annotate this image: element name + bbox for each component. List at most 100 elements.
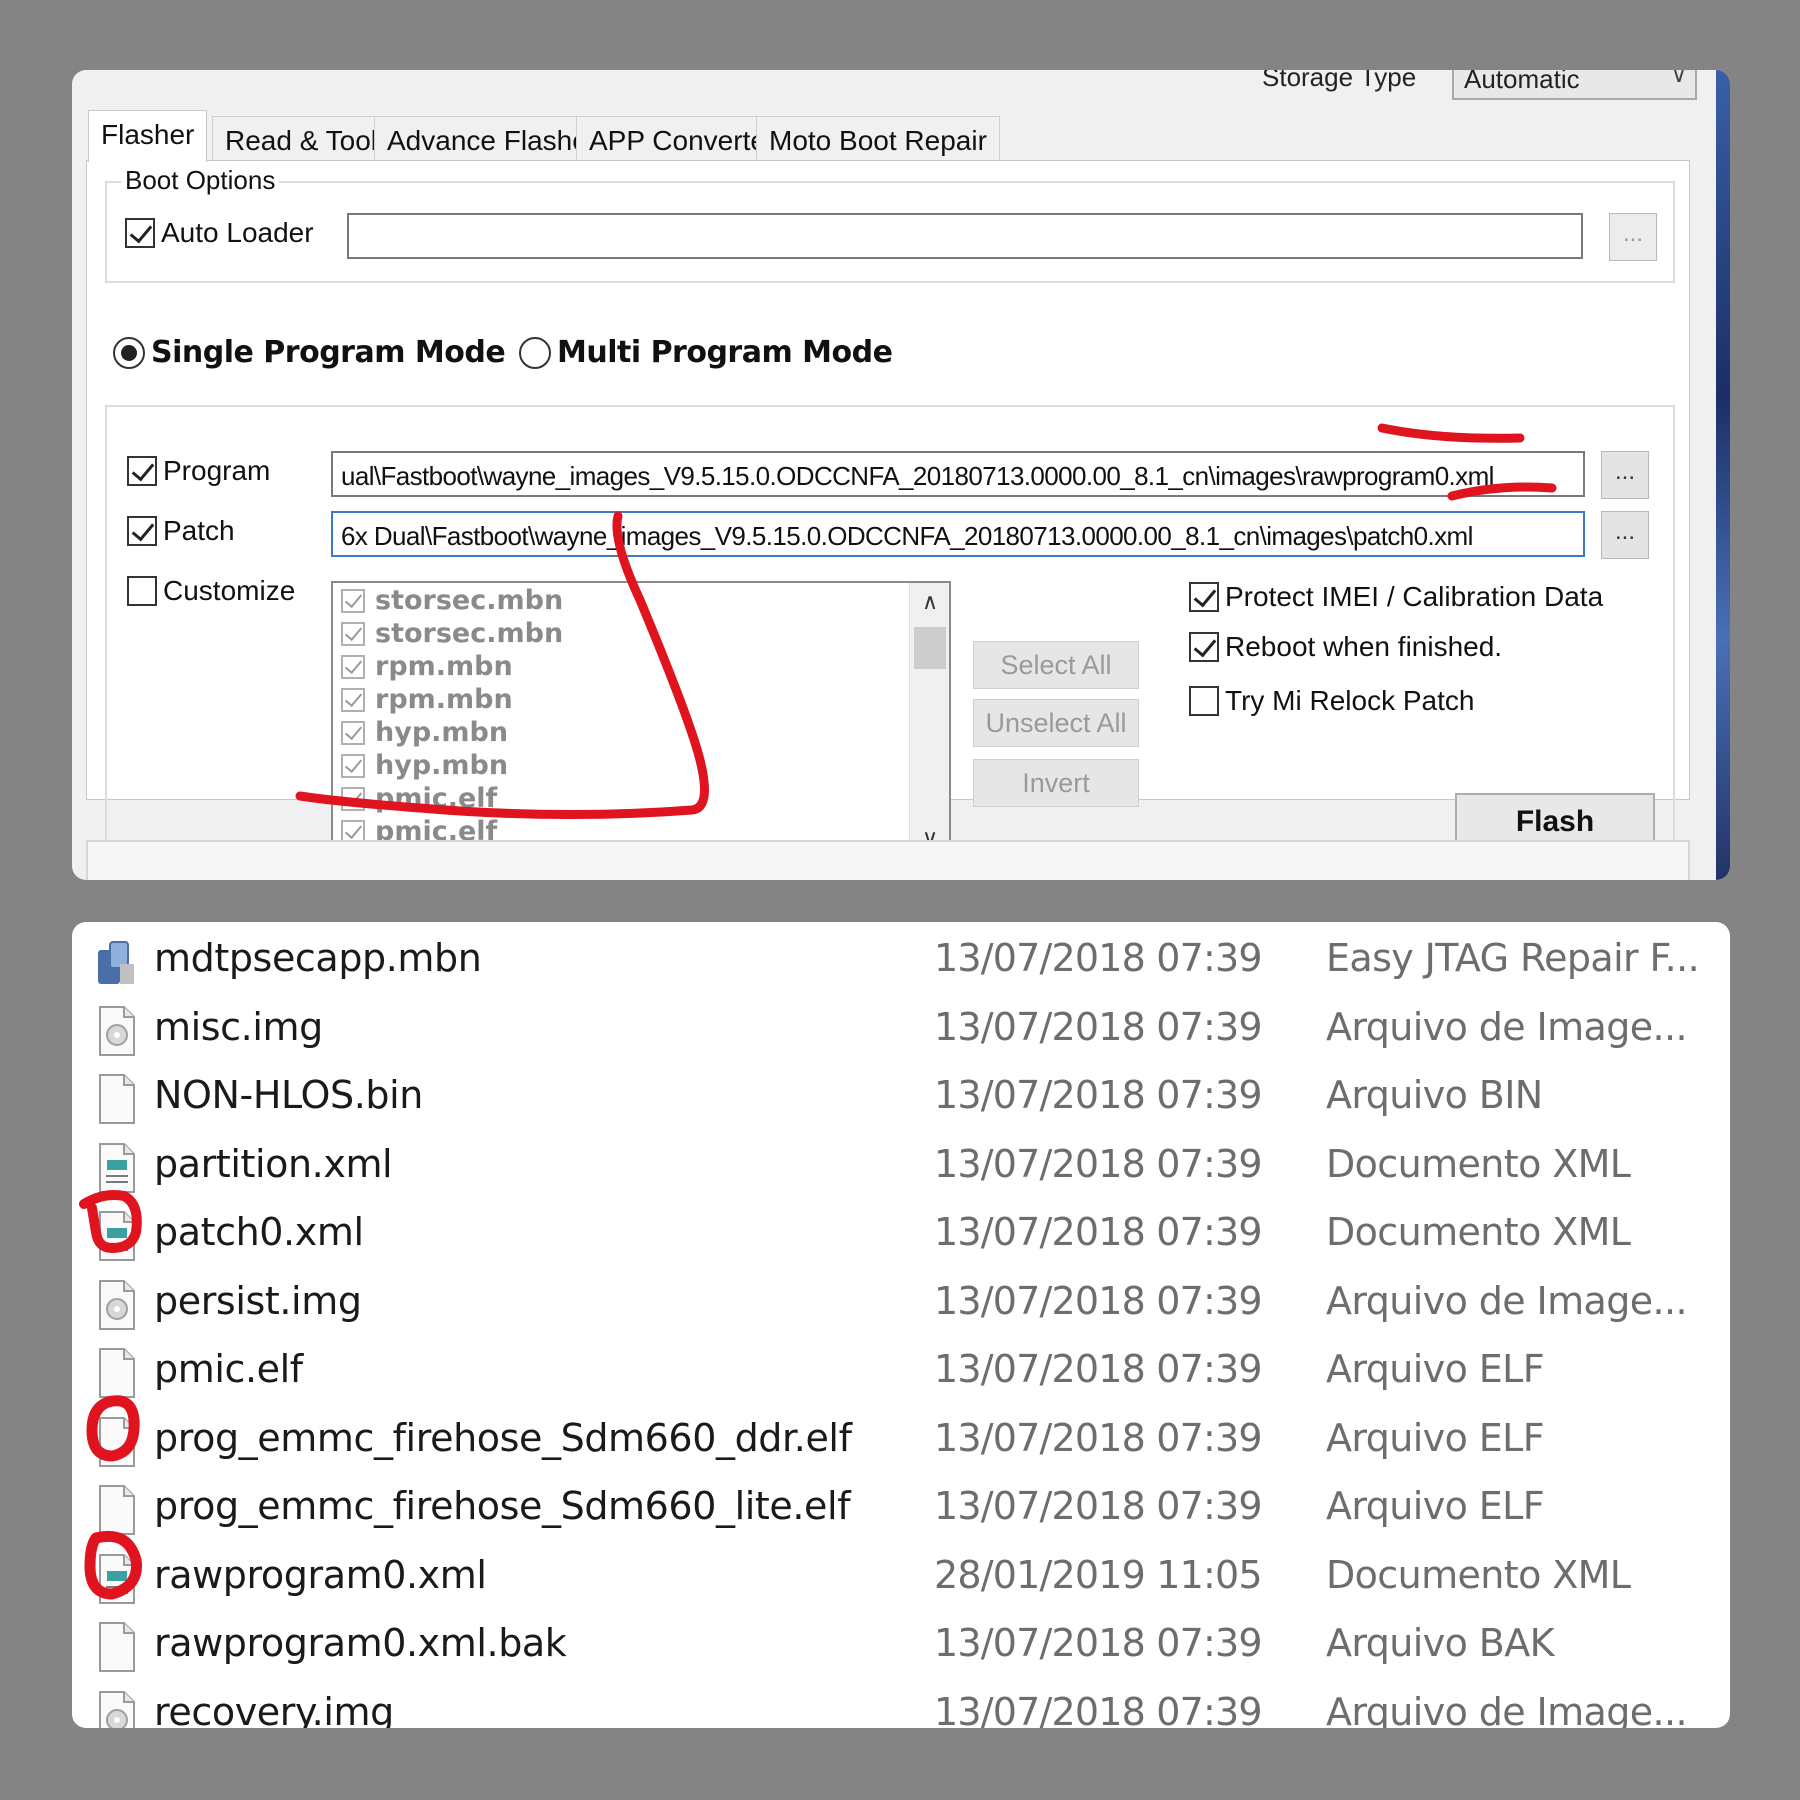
- file-name: misc.img: [154, 1004, 323, 1049]
- select-all-button[interactable]: Select All: [973, 641, 1139, 689]
- unselect-all-button[interactable]: Unselect All: [973, 699, 1139, 747]
- list-item[interactable]: pmic.elf: [333, 781, 949, 814]
- list-item[interactable]: hyp.mbn: [333, 748, 949, 781]
- file-type: Documento XML: [1326, 1141, 1631, 1186]
- tab-flasher[interactable]: Flasher: [88, 110, 208, 162]
- patch-browse-button[interactable]: ...: [1601, 511, 1649, 559]
- file-row[interactable]: persist.img 13/07/2018 07:39 Arquivo de Im…: [72, 1269, 1730, 1337]
- list-item[interactable]: rpm.mbn: [333, 682, 949, 715]
- list-item-checkbox[interactable]: [341, 588, 365, 613]
- file-row[interactable]: recovery.img 13/07/2018 07:39 Arquivo de I…: [72, 1680, 1730, 1729]
- boot-options-title: Boot Options: [121, 165, 280, 196]
- file-name: rawprogram0.xml.bak: [154, 1621, 567, 1665]
- reboot-option[interactable]: Reboot when finished.: [1189, 631, 1502, 663]
- list-item-checkbox[interactable]: [341, 753, 365, 778]
- xml-file-icon: [92, 1208, 140, 1264]
- scrollbar-thumb[interactable]: [914, 627, 946, 669]
- file-row[interactable]: patch0.xml 13/07/2018 07:39 Documento XML: [72, 1200, 1730, 1268]
- file-date: 13/07/2018 07:39: [934, 1073, 1263, 1117]
- patch-label: Patch: [163, 515, 235, 546]
- file-type: Arquivo de Image...: [1326, 1689, 1688, 1729]
- invert-button[interactable]: Invert: [973, 759, 1139, 807]
- chevron-up-icon[interactable]: ∧: [910, 589, 949, 615]
- auto-loader-browse-button[interactable]: ...: [1609, 213, 1657, 261]
- list-item[interactable]: storsec.mbn: [333, 616, 949, 649]
- tab-advance-flasher[interactable]: Advance Flasher: [374, 116, 611, 160]
- file-name: NON-HLOS.bin: [154, 1073, 423, 1117]
- file-row[interactable]: partition.xml 13/07/2018 07:39 Documento X…: [72, 1132, 1730, 1200]
- file-name: pmic.elf: [154, 1347, 303, 1391]
- file-row[interactable]: prog_emmc_firehose_Sdm660_ddr.elf 13/07/2…: [72, 1406, 1730, 1474]
- file-date: 13/07/2018 07:39: [934, 1621, 1263, 1665]
- mi-relock-checkbox[interactable]: [1189, 686, 1219, 716]
- customize-option[interactable]: Customize: [127, 575, 295, 607]
- app-file-icon: [92, 934, 140, 990]
- file-row[interactable]: rawprogram0.xml.bak 13/07/2018 07:39 Arqui…: [72, 1611, 1730, 1679]
- single-program-mode-radio[interactable]: [113, 336, 145, 369]
- list-item-label: hyp.mbn: [375, 717, 509, 748]
- xml-file-icon: [92, 1140, 140, 1196]
- patch-checkbox[interactable]: [127, 516, 157, 546]
- file-name: prog_emmc_firehose_Sdm660_ddr.elf: [154, 1415, 852, 1460]
- list-item-label: rpm.mbn: [375, 651, 513, 682]
- protect-imei-checkbox[interactable]: [1189, 582, 1219, 612]
- blank-file-icon: [92, 1414, 140, 1470]
- list-item-checkbox[interactable]: [341, 720, 365, 745]
- single-program-mode-option[interactable]: Single Program Mode: [113, 335, 506, 370]
- customize-label: Customize: [163, 575, 296, 606]
- patch-path-input[interactable]: 6x Dual\Fastboot\wayne_images_V9.5.15.0.…: [331, 511, 1585, 557]
- program-path-input[interactable]: ual\Fastboot\wayne_images_V9.5.15.0.ODCC…: [331, 451, 1585, 497]
- list-item-checkbox[interactable]: [341, 654, 365, 679]
- file-date: 13/07/2018 07:39: [934, 1278, 1263, 1323]
- list-item[interactable]: hyp.mbn: [333, 715, 949, 748]
- program-checkbox[interactable]: [127, 456, 157, 486]
- file-row[interactable]: mdtpsecapp.mbn 13/07/2018 07:39 Easy JTAG …: [72, 926, 1730, 994]
- mi-relock-label: Try Mi Relock Patch: [1225, 685, 1475, 716]
- file-type: Arquivo BIN: [1326, 1073, 1543, 1117]
- storage-type-label: Storage Type: [1262, 70, 1417, 92]
- tab-moto-boot-repair[interactable]: Moto Boot Repair: [756, 116, 1000, 160]
- list-item-checkbox[interactable]: [341, 786, 365, 811]
- file-row[interactable]: NON-HLOS.bin 13/07/2018 07:39 Arquivo BIN: [72, 1063, 1730, 1131]
- file-type: Arquivo de Image...: [1326, 1278, 1688, 1323]
- auto-loader-checkbox[interactable]: [125, 218, 155, 248]
- program-browse-button[interactable]: ...: [1601, 451, 1649, 499]
- file-name: mdtpsecapp.mbn: [154, 936, 482, 980]
- flasher-tab-panel: Boot Options Auto Loader ... Single Prog…: [86, 160, 1690, 863]
- multi-program-mode-radio[interactable]: [519, 336, 551, 369]
- file-date: 13/07/2018 07:39: [934, 936, 1263, 980]
- file-row[interactable]: misc.img 13/07/2018 07:39 Arquivo de Image…: [72, 995, 1730, 1063]
- file-name: patch0.xml: [154, 1210, 364, 1254]
- disc-image-icon: [92, 1003, 140, 1059]
- file-date: 13/07/2018 07:39: [934, 1484, 1263, 1528]
- list-item-label: pmic.elf: [375, 783, 498, 814]
- flash-tool-window: Storage Type Automatic ∨ Flasher Read & …: [72, 70, 1730, 880]
- program-option[interactable]: Program: [127, 455, 270, 487]
- patch-option[interactable]: Patch: [127, 515, 235, 547]
- program-label: Program: [163, 455, 271, 486]
- file-row[interactable]: rawprogram0.xml 28/01/2019 11:05 Documento…: [72, 1543, 1730, 1611]
- file-type: Arquivo ELF: [1326, 1347, 1545, 1391]
- list-item-checkbox[interactable]: [341, 687, 365, 712]
- file-type: Arquivo BAK: [1326, 1621, 1555, 1665]
- list-item-checkbox[interactable]: [341, 621, 365, 646]
- auto-loader-option[interactable]: Auto Loader: [125, 217, 314, 249]
- list-item-label: storsec.mbn: [375, 618, 564, 649]
- auto-loader-label: Auto Loader: [161, 217, 314, 248]
- protect-imei-option[interactable]: Protect IMEI / Calibration Data: [1189, 581, 1603, 613]
- auto-loader-path-input[interactable]: [347, 213, 1583, 259]
- list-item[interactable]: rpm.mbn: [333, 649, 949, 682]
- multi-program-mode-label: Multi Program Mode: [557, 335, 893, 370]
- storage-type-select[interactable]: Automatic ∨: [1452, 70, 1697, 100]
- file-row[interactable]: pmic.elf 13/07/2018 07:39 Arquivo ELF: [72, 1337, 1730, 1405]
- file-name: prog_emmc_firehose_Sdm660_lite.elf: [154, 1484, 851, 1528]
- customize-checkbox[interactable]: [127, 576, 157, 606]
- multi-program-mode-option[interactable]: Multi Program Mode: [519, 335, 893, 370]
- partition-listbox[interactable]: storsec.mbn storsec.mbn rpm.mbn rpm.mbn …: [331, 581, 951, 859]
- reboot-checkbox[interactable]: [1189, 632, 1219, 662]
- list-item-label: rpm.mbn: [375, 684, 513, 715]
- list-item[interactable]: storsec.mbn: [333, 583, 949, 616]
- mi-relock-option[interactable]: Try Mi Relock Patch: [1189, 685, 1474, 717]
- file-row[interactable]: prog_emmc_firehose_Sdm660_lite.elf 13/07/…: [72, 1474, 1730, 1542]
- partition-list-scrollbar[interactable]: ∧ ∨: [909, 583, 949, 857]
